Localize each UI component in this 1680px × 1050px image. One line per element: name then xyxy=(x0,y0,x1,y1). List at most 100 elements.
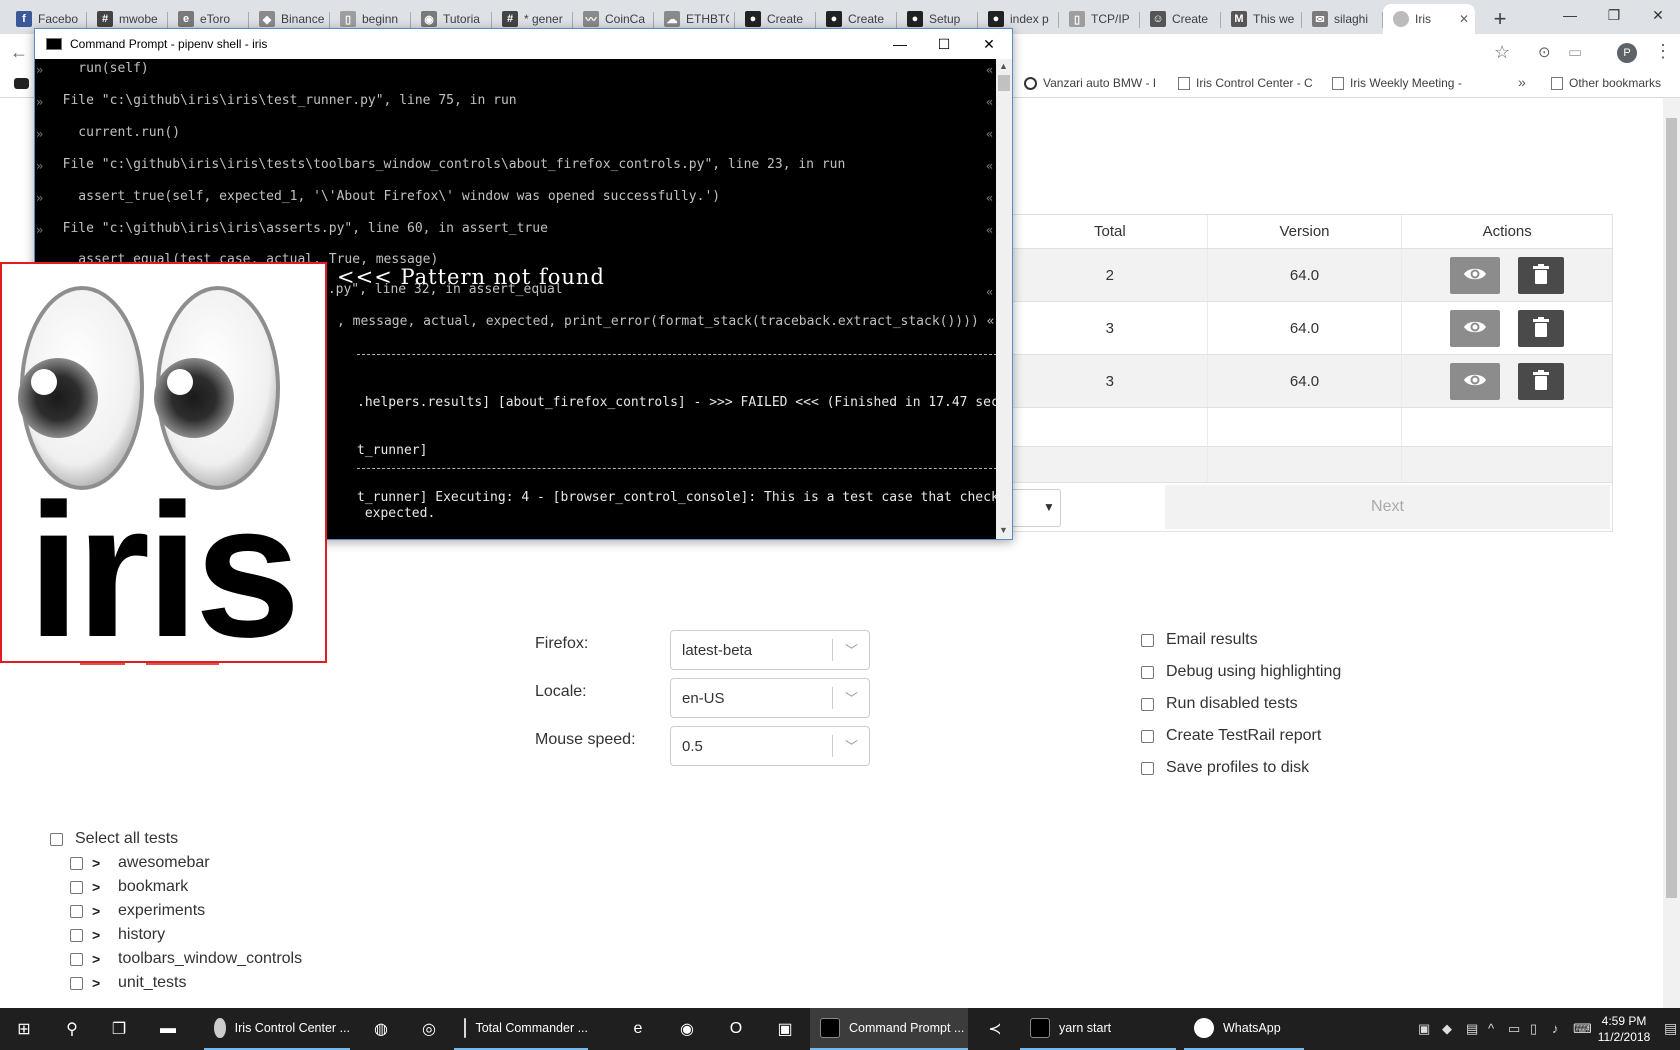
next-page-button[interactable]: Next xyxy=(1165,485,1610,529)
battery-icon[interactable]: ▭ xyxy=(1508,1021,1520,1037)
test-folder-item[interactable]: > unit_tests xyxy=(70,974,186,992)
opera-icon[interactable]: O xyxy=(725,1018,747,1040)
view-run-button[interactable] xyxy=(1450,362,1501,400)
keyboard-icon[interactable]: ⌨ xyxy=(1573,1021,1592,1037)
minimize-button[interactable]: — xyxy=(1548,0,1592,30)
chevron-right-icon[interactable]: > xyxy=(92,879,108,895)
bookmark-item[interactable]: Iris Weekly Meeting - xyxy=(1332,76,1462,90)
firefox-icon[interactable]: ◍ xyxy=(370,1018,392,1040)
delete-run-button[interactable] xyxy=(1518,256,1565,294)
checkbox-box[interactable] xyxy=(70,952,83,966)
mouse-speed-select[interactable]: 0.5 ﹀ xyxy=(670,726,870,766)
checkbox-box[interactable] xyxy=(1141,729,1154,743)
browser-tab[interactable]: ☺ Create xyxy=(1140,4,1221,34)
run-disabled-tests-checkbox[interactable]: Run disabled tests xyxy=(1141,695,1298,713)
email-results-checkbox[interactable]: Email results xyxy=(1141,631,1258,649)
cmd-maximize-button[interactable]: ☐ xyxy=(922,29,966,59)
scroll-up-icon[interactable]: ▲ xyxy=(999,61,1008,71)
edge-icon[interactable]: e xyxy=(627,1018,649,1040)
cmd-close-button[interactable]: ✕ xyxy=(967,29,1011,59)
firefox-version-select[interactable]: latest-beta ﹀ xyxy=(670,630,870,670)
run-button-edge[interactable] xyxy=(80,663,125,665)
browser-tab[interactable]: M This we xyxy=(1221,4,1302,34)
checkbox-box[interactable] xyxy=(50,832,63,846)
show-hidden-icons[interactable]: ^ xyxy=(1488,1021,1494,1036)
chevron-right-icon[interactable]: > xyxy=(92,855,108,871)
youtube-icon[interactable] xyxy=(14,78,29,89)
checkbox-box[interactable] xyxy=(70,976,83,990)
create-testrail-report-checkbox[interactable]: Create TestRail report xyxy=(1141,727,1321,745)
taskbar-app-chrome[interactable]: Iris Control Center ... xyxy=(204,1008,350,1050)
search-icon[interactable]: ⚲ xyxy=(61,1018,83,1040)
browser-tab[interactable]: Iris ✕ xyxy=(1383,4,1475,34)
profile-avatar[interactable]: P xyxy=(1617,43,1637,63)
delete-run-button[interactable] xyxy=(1518,362,1565,400)
checkbox-box[interactable] xyxy=(1141,697,1154,711)
page-scrollbar[interactable] xyxy=(1663,98,1680,1008)
locale-select[interactable]: en-US ﹀ xyxy=(670,678,870,718)
checkbox-box[interactable] xyxy=(1141,761,1154,775)
browser-tab[interactable]: ▯ TCP/IP xyxy=(1059,4,1140,34)
tray-app-icon[interactable]: ▤ xyxy=(1466,1021,1478,1037)
stop-button-edge[interactable] xyxy=(146,663,219,665)
network-icon[interactable]: ▯ xyxy=(1530,1021,1537,1037)
taskbar-app-whatsapp[interactable]: WhatsApp xyxy=(1184,1008,1304,1050)
scrollbar-thumb[interactable] xyxy=(998,75,1010,91)
browser-tab[interactable]: ✉ silaghi xyxy=(1302,4,1383,34)
checkbox-box[interactable] xyxy=(70,856,83,870)
cmd-minimize-button[interactable]: — xyxy=(878,29,922,59)
extension-icon[interactable]: ⊙ xyxy=(1538,43,1551,61)
taskbar-clock[interactable]: 4:59 PM 11/2/2018 xyxy=(1590,1013,1658,1045)
extension-icon[interactable]: ▭ xyxy=(1568,43,1582,61)
task-view-icon[interactable]: ❐ xyxy=(108,1018,130,1040)
view-run-button[interactable] xyxy=(1450,256,1501,294)
close-window-button[interactable]: ✕ xyxy=(1636,0,1680,30)
select-all-tests-checkbox[interactable]: Select all tests xyxy=(50,830,178,848)
scroll-down-icon[interactable]: ▼ xyxy=(999,525,1008,535)
test-folder-item[interactable]: > experiments xyxy=(70,902,205,920)
maximize-button[interactable]: ❐ xyxy=(1592,0,1636,30)
delete-run-button[interactable] xyxy=(1518,309,1565,347)
cmd-scrollbar[interactable]: ▲ ▼ xyxy=(996,59,1012,539)
test-folder-item[interactable]: > history xyxy=(70,926,165,944)
bookmark-item[interactable]: Iris Control Center - C xyxy=(1178,76,1313,90)
scrollbar-thumb[interactable] xyxy=(1666,118,1677,898)
chevron-right-icon[interactable]: > xyxy=(92,975,108,991)
taskbar-app-total-commander[interactable]: Total Commander ... xyxy=(454,1008,588,1050)
notifications-icon[interactable]: ▤ xyxy=(1664,1020,1677,1037)
visual-studio-code-icon[interactable]: ≺ xyxy=(984,1018,1006,1040)
test-folder-item[interactable]: > awesomebar xyxy=(70,854,210,872)
network-app-icon[interactable]: ◎ xyxy=(418,1018,440,1040)
back-arrow-icon[interactable]: ← xyxy=(10,42,28,63)
chevron-right-icon[interactable]: > xyxy=(92,903,108,919)
pycharm-icon[interactable]: ▣ xyxy=(774,1018,796,1040)
bookmark-item[interactable]: Vanzari auto BMW - I xyxy=(1024,76,1156,90)
cmd-title-bar[interactable]: Command Prompt - pipenv shell - iris — ☐… xyxy=(35,29,1012,59)
checkbox-box[interactable] xyxy=(70,904,83,918)
test-folder-item[interactable]: > toolbars_window_controls xyxy=(70,950,302,968)
new-tab-button[interactable]: + xyxy=(1485,4,1515,34)
view-run-button[interactable] xyxy=(1450,309,1501,347)
chevron-right-icon[interactable]: > xyxy=(92,927,108,943)
checkbox-box[interactable] xyxy=(70,880,83,894)
browser-menu-icon[interactable]: ⋮ xyxy=(1654,41,1672,62)
bookmarks-overflow-button[interactable]: » xyxy=(1518,74,1526,90)
checkbox-box[interactable] xyxy=(70,928,83,942)
debug-highlighting-checkbox[interactable]: Debug using highlighting xyxy=(1141,663,1341,681)
chevron-right-icon[interactable]: > xyxy=(92,951,108,967)
tray-app-icon[interactable]: ◆ xyxy=(1442,1021,1452,1037)
other-bookmarks-folder[interactable]: Other bookmarks xyxy=(1551,76,1661,90)
file-explorer-icon[interactable]: ▬ xyxy=(157,1018,179,1040)
checkbox-box[interactable] xyxy=(1141,633,1154,647)
taskbar-app-command-prompt[interactable]: Command Prompt ... xyxy=(810,1008,968,1050)
test-folder-item[interactable]: > bookmark xyxy=(70,878,188,896)
volume-icon[interactable]: ♪ xyxy=(1552,1021,1559,1036)
taskbar-app-yarn[interactable]: yarn start xyxy=(1020,1008,1176,1050)
tray-app-icon[interactable]: ▣ xyxy=(1418,1021,1430,1037)
bookmark-star-icon[interactable]: ☆ xyxy=(1494,42,1510,63)
checkbox-box[interactable] xyxy=(1141,665,1154,679)
save-profiles-checkbox[interactable]: Save profiles to disk xyxy=(1141,759,1309,777)
chrome-icon[interactable]: ◉ xyxy=(676,1018,698,1040)
windows-start-icon[interactable]: ⊞ xyxy=(13,1018,35,1040)
tab-close-icon[interactable]: ✕ xyxy=(1459,12,1469,26)
